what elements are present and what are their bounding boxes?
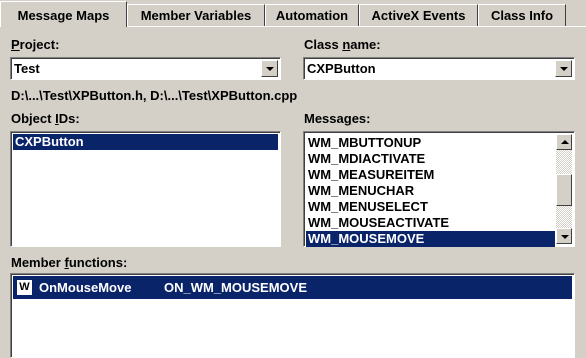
- messages-scrollbar[interactable]: [556, 134, 572, 244]
- project-label: Project:: [11, 37, 60, 52]
- member-functions-label: Member functions:: [11, 255, 128, 270]
- scroll-up-button[interactable]: [556, 134, 572, 150]
- member-function-name: OnMouseMove: [39, 280, 132, 295]
- class-name-value: CXPButton: [307, 61, 376, 76]
- project-dropdown-button[interactable]: [261, 60, 278, 77]
- tab-label: Class Info: [490, 8, 554, 23]
- tab-class-info[interactable]: Class Info: [478, 4, 566, 26]
- tab-member-variables[interactable]: Member Variables: [127, 4, 265, 26]
- tab-label: Member Variables: [140, 8, 252, 23]
- tab-label: Message Maps: [17, 8, 110, 23]
- list-item[interactable]: WM_MDIACTIVATE: [306, 151, 555, 167]
- tab-activex-events[interactable]: ActiveX Events: [359, 4, 478, 26]
- tab-message-maps[interactable]: Message Maps: [0, 1, 127, 27]
- messages-list[interactable]: WM_MBUTTONUP WM_MDIACTIVATE WM_MEASUREIT…: [303, 131, 575, 247]
- member-function-row[interactable]: W OnMouseMove ON_WM_MOUSEMOVE: [13, 276, 572, 299]
- project-combo[interactable]: Test: [10, 57, 281, 80]
- list-item[interactable]: WM_MOUSEACTIVATE: [306, 215, 555, 231]
- scroll-thumb[interactable]: [556, 174, 572, 206]
- scroll-down-arrow-icon: [561, 235, 569, 239]
- tab-automation[interactable]: Automation: [265, 4, 359, 26]
- member-functions-list[interactable]: W OnMouseMove ON_WM_MOUSEMOVE: [10, 273, 575, 358]
- list-item[interactable]: WM_MBUTTONUP: [306, 135, 555, 151]
- list-item-selected[interactable]: WM_MOUSEMOVE: [306, 231, 555, 247]
- list-item[interactable]: WM_MENUCHAR: [306, 183, 555, 199]
- tab-label: ActiveX Events: [371, 8, 466, 23]
- class-name-combo[interactable]: CXPButton: [303, 57, 575, 80]
- scroll-down-button[interactable]: [556, 228, 572, 244]
- object-ids-list[interactable]: CXPButton: [10, 131, 281, 247]
- file-path-text: D:\...\Test\XPButton.h, D:\...\Test\XPBu…: [11, 88, 298, 103]
- chevron-down-icon: [560, 67, 568, 71]
- member-function-macro: ON_WM_MOUSEMOVE: [164, 280, 308, 295]
- scroll-up-arrow-icon: [561, 140, 569, 144]
- list-item[interactable]: WM_MEASUREITEM: [306, 167, 555, 183]
- class-name-label: Class name:: [304, 37, 381, 52]
- chevron-down-icon: [266, 67, 274, 71]
- list-item[interactable]: CXPButton: [13, 134, 278, 150]
- tab-label: Automation: [275, 8, 349, 23]
- windows-message-icon: W: [17, 280, 32, 295]
- object-ids-label: Object IDs:: [11, 111, 80, 126]
- messages-label: Messages:: [304, 111, 371, 126]
- project-value: Test: [14, 61, 40, 76]
- list-item[interactable]: WM_MENUSELECT: [306, 199, 555, 215]
- class-name-dropdown-button[interactable]: [555, 60, 572, 77]
